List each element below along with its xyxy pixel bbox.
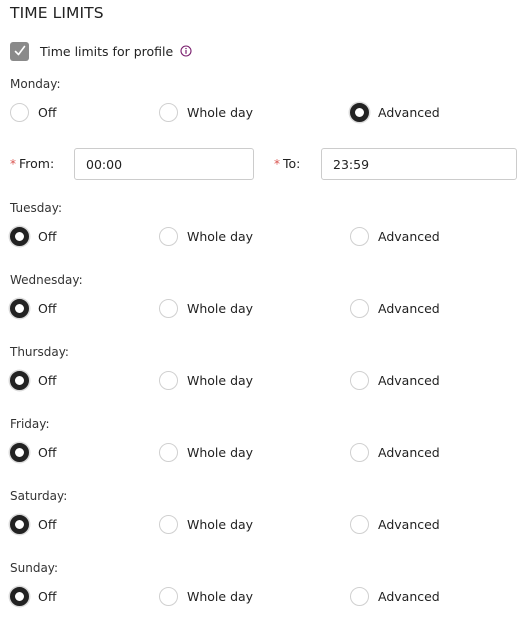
radio-label: Off: [38, 372, 57, 388]
radio-button[interactable]: [350, 298, 369, 318]
radio-label: Whole day: [187, 104, 254, 120]
monday-advanced-time-range: *From: *To:: [10, 148, 517, 180]
friday-option-whole-day[interactable]: Whole day: [159, 442, 253, 462]
friday-label: Friday:: [10, 417, 50, 431]
radio-label: Whole day: [187, 300, 254, 316]
radio-button[interactable]: [159, 514, 178, 534]
tuesday-radio-group: Off Whole day Advanced: [10, 226, 517, 246]
thursday-radio-group: Off Whole day Advanced: [10, 370, 517, 390]
saturday-option-off[interactable]: Off: [10, 514, 56, 534]
sunday-option-off[interactable]: Off: [10, 586, 56, 606]
radio-label: Advanced: [378, 104, 440, 120]
radio-button[interactable]: [10, 298, 29, 318]
radio-button[interactable]: [159, 586, 178, 606]
saturday-radio-group: Off Whole day Advanced: [10, 514, 517, 534]
radio-button[interactable]: [350, 370, 369, 390]
friday-option-advanced[interactable]: Advanced: [350, 442, 440, 462]
radio-label: Advanced: [378, 588, 440, 604]
radio-button[interactable]: [350, 586, 369, 606]
radio-label: Whole day: [187, 444, 254, 460]
friday-radio-group: Off Whole day Advanced: [10, 442, 517, 462]
checkmark-icon: [14, 45, 25, 56]
radio-label: Off: [38, 588, 57, 604]
monday-option-whole-day[interactable]: Whole day: [159, 102, 253, 122]
radio-label: Whole day: [187, 588, 254, 604]
from-field-label: * From:: [10, 156, 55, 171]
sunday-label: Sunday:: [10, 561, 59, 575]
radio-button[interactable]: [10, 586, 29, 606]
monday-radio-group: Off Whole day Advanced: [10, 102, 517, 122]
radio-button[interactable]: [159, 102, 178, 122]
time-limits-checkbox[interactable]: [10, 41, 29, 61]
tuesday-label: Tuesday:: [10, 201, 62, 215]
thursday-label: Thursday:: [10, 345, 69, 359]
radio-button[interactable]: [10, 226, 29, 246]
radio-label: Advanced: [378, 300, 440, 316]
radio-label: Off: [38, 300, 57, 316]
sunday-option-whole-day[interactable]: Whole day: [159, 586, 253, 606]
time-limits-label: Time limits for profile: [40, 43, 174, 59]
radio-label: Advanced: [378, 516, 440, 532]
radio-label: Advanced: [378, 444, 440, 460]
from-time-input[interactable]: [74, 148, 254, 180]
sunday-option-advanced[interactable]: Advanced: [350, 586, 440, 606]
wednesday-radio-group: Off Whole day Advanced: [10, 298, 517, 318]
radio-button[interactable]: [159, 370, 178, 390]
radio-button[interactable]: [159, 298, 178, 318]
radio-label: Off: [38, 228, 57, 244]
radio-label: Off: [38, 104, 57, 120]
radio-button[interactable]: [10, 514, 29, 534]
monday-option-off[interactable]: Off: [10, 102, 56, 122]
wednesday-option-off[interactable]: Off: [10, 298, 56, 318]
saturday-label: Saturday:: [10, 489, 68, 503]
required-marker: *: [274, 157, 280, 171]
tuesday-option-off[interactable]: Off: [10, 226, 56, 246]
radio-label: Whole day: [187, 228, 254, 244]
radio-button[interactable]: [159, 442, 178, 462]
saturday-option-whole-day[interactable]: Whole day: [159, 514, 253, 534]
section-title: TIME LIMITS: [10, 4, 104, 22]
time-limits-profile-toggle[interactable]: Time limits for profile: [10, 41, 192, 61]
thursday-option-advanced[interactable]: Advanced: [350, 370, 440, 390]
radio-button[interactable]: [350, 442, 369, 462]
thursday-option-off[interactable]: Off: [10, 370, 56, 390]
friday-option-off[interactable]: Off: [10, 442, 56, 462]
radio-label: Whole day: [187, 372, 254, 388]
thursday-option-whole-day[interactable]: Whole day: [159, 370, 253, 390]
radio-label: Off: [38, 516, 57, 532]
radio-label: Whole day: [187, 516, 254, 532]
radio-button[interactable]: [350, 514, 369, 534]
tuesday-option-advanced[interactable]: Advanced: [350, 226, 440, 246]
wednesday-label: Wednesday:: [10, 273, 83, 287]
radio-button[interactable]: [350, 226, 369, 246]
monday-label: Monday:: [10, 77, 61, 91]
info-circle-icon[interactable]: [180, 45, 192, 57]
saturday-option-advanced[interactable]: Advanced: [350, 514, 440, 534]
radio-button[interactable]: [10, 442, 29, 462]
wednesday-option-whole-day[interactable]: Whole day: [159, 298, 253, 318]
radio-label: Advanced: [378, 228, 440, 244]
radio-label: Off: [38, 444, 57, 460]
wednesday-option-advanced[interactable]: Advanced: [350, 298, 440, 318]
radio-label: Advanced: [378, 372, 440, 388]
to-field-label: * To:: [274, 156, 301, 171]
radio-button[interactable]: [350, 102, 369, 122]
to-time-input[interactable]: [321, 148, 517, 180]
radio-button[interactable]: [10, 102, 29, 122]
monday-option-advanced[interactable]: Advanced: [350, 102, 440, 122]
required-marker: *: [10, 157, 16, 171]
radio-button[interactable]: [10, 370, 29, 390]
radio-button[interactable]: [159, 226, 178, 246]
sunday-radio-group: Off Whole day Advanced: [10, 586, 517, 606]
tuesday-option-whole-day[interactable]: Whole day: [159, 226, 253, 246]
